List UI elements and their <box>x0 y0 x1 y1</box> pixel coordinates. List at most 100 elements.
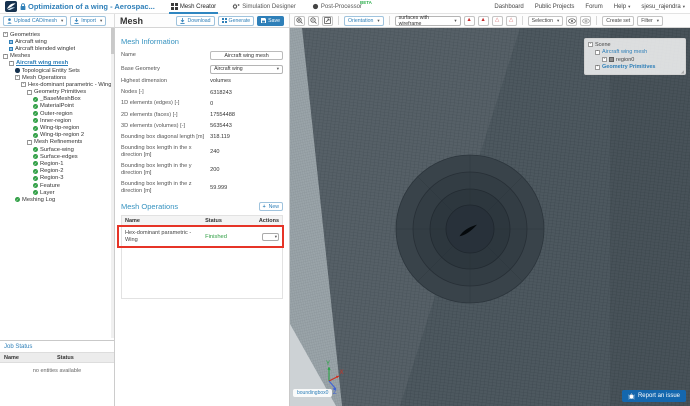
tree-item-mesh-refinements[interactable]: Mesh Refinements <box>2 139 113 146</box>
gears-icon <box>232 3 240 10</box>
expander-icon[interactable] <box>602 57 607 62</box>
scene-region-item[interactable]: region0 <box>588 56 682 64</box>
expander-icon[interactable] <box>595 65 600 70</box>
scene-tree-overlay[interactable]: Scene Aircraft wing mesh region0 Geometr… <box>584 38 686 75</box>
orientation-dropdown[interactable]: Orientation <box>344 16 384 26</box>
tree-item-topological-entity-sets[interactable]: Topological Entity Sets <box>2 67 113 74</box>
mesh-quality-3-button[interactable]: △ <box>492 16 503 26</box>
mesh-operations-table: Name Status Actions Hex-dominant paramet… <box>121 215 283 299</box>
new-operation-button[interactable]: New <box>259 202 283 211</box>
tree-item-surface-edges[interactable]: Surface-edges <box>2 153 113 160</box>
top-navigation: Dashboard Public Projects Forum Help sje… <box>494 4 685 10</box>
mesh-quality-2-button[interactable]: ▲ <box>478 16 489 26</box>
scene-geometry-primitives-item[interactable]: Geometry Primitives <box>588 64 682 72</box>
divider <box>389 16 390 25</box>
tree-item-wing-tip-region-2[interactable]: Wing-tip-region 2 <box>2 132 113 139</box>
tree-item-feature[interactable]: Feature <box>2 182 113 189</box>
scene-root-item[interactable]: Scene <box>588 41 682 49</box>
generate-button[interactable]: Generate <box>218 16 255 26</box>
tree-item-basemeshbox[interactable]: _BaseMeshBox <box>2 96 113 103</box>
tree-item-region-3[interactable]: Region-3 <box>2 175 113 182</box>
mesh-settings-panel: Mesh Information Name Base Geometry Airc… <box>115 28 290 406</box>
mesh-name-input[interactable] <box>210 51 283 60</box>
tree-item-wing-tip-region[interactable]: Wing-tip-region <box>2 124 113 131</box>
report-issue-button[interactable]: Report an issue <box>622 390 686 402</box>
geometry-icon <box>9 40 13 44</box>
tree-item-geometries[interactable]: Geometries <box>2 31 113 38</box>
user-menu[interactable]: sjesu_rajendra <box>641 4 685 10</box>
render-mode-value: surfaces with wireframe <box>399 15 453 27</box>
main-tabs: Mesh Creator Simulation Designer Post-Pr… <box>169 0 364 14</box>
render-mode-select[interactable]: surfaces with wireframe <box>395 16 461 26</box>
tree-item-geometry-primitives[interactable]: Geometry Primitives <box>2 89 113 96</box>
expander-icon[interactable] <box>595 50 600 55</box>
nav-help-menu[interactable]: Help <box>614 4 631 10</box>
upload-cad-button[interactable]: Upload CAD/mesh <box>3 16 67 26</box>
filter-dropdown[interactable]: Filter <box>637 16 663 26</box>
tree-item-mesh-operations[interactable]: Mesh Operations <box>2 74 113 81</box>
field-row-highest-dimension: Highest dimension volumes <box>121 78 283 85</box>
show-all-button[interactable] <box>580 16 591 26</box>
mesh-3d-render[interactable] <box>290 28 690 406</box>
zoom-in-button[interactable] <box>294 16 305 26</box>
tree-item-meshing-log[interactable]: Meshing Log <box>2 196 113 203</box>
expander-icon[interactable] <box>21 82 26 87</box>
selection-dropdown[interactable]: Selection <box>528 16 564 26</box>
tree-item-materialpoint[interactable]: MaterialPoint <box>2 103 113 110</box>
tab-simulation-designer[interactable]: Simulation Designer <box>230 0 298 14</box>
mesh-panel-toolbar: Mesh Download Generate Save <box>115 14 290 27</box>
nav-public-projects[interactable]: Public Projects <box>535 4 575 10</box>
expander-icon[interactable] <box>588 42 593 47</box>
tree-item-aircraft-wing[interactable]: Aircraft wing <box>2 38 113 45</box>
scrollbar-thumb[interactable] <box>111 28 114 54</box>
tree-item-outer-region[interactable]: Outer-region <box>2 110 113 117</box>
viewport-3d[interactable]: Scene Aircraft wing mesh region0 Geometr… <box>290 28 690 406</box>
resize-handle-icon[interactable] <box>681 69 684 74</box>
field-row-base-geometry: Base Geometry Aircraft wing <box>121 65 283 74</box>
tree-item-region-2[interactable]: Region-2 <box>2 168 113 175</box>
mesh-quality-1-button[interactable]: ▲ <box>464 16 475 26</box>
expander-icon[interactable] <box>9 61 14 66</box>
expander-icon[interactable] <box>15 75 20 80</box>
expander-icon[interactable] <box>27 140 32 145</box>
project-title[interactable]: Optimization of a wing - Aerospac... <box>28 2 155 11</box>
hide-selection-button[interactable] <box>566 16 577 26</box>
import-button[interactable]: Import <box>70 16 106 26</box>
download-button[interactable]: Download <box>176 16 214 26</box>
mesh-quality-4-button[interactable]: △ <box>506 16 517 26</box>
tree-item-region-1[interactable]: Region-1 <box>2 160 113 167</box>
scene-mesh-item[interactable]: Aircraft wing mesh <box>588 49 682 57</box>
nav-forum[interactable]: Forum <box>585 4 602 10</box>
expander-icon[interactable] <box>27 90 32 95</box>
operation-row-hex-dominant[interactable]: Hex-dominant parametric - Wing Finished <box>122 227 282 248</box>
geometry-icon <box>9 47 13 51</box>
job-status-panel: Job Status Name Status no entities avail… <box>0 340 114 406</box>
create-set-button[interactable]: Create set <box>602 16 634 26</box>
sidebar-scrollbar[interactable] <box>111 28 114 338</box>
nav-dashboard[interactable]: Dashboard <box>494 4 523 10</box>
fit-view-icon <box>324 17 331 24</box>
zoom-fit-button[interactable] <box>322 16 333 26</box>
operation-actions-select[interactable] <box>262 233 279 241</box>
tab-mesh-creator[interactable]: Mesh Creator <box>169 0 218 14</box>
save-button[interactable]: Save <box>257 16 284 26</box>
tree-item-hex-dominant-parametric[interactable]: Hex-dominant parametric - Wing <box>2 81 113 88</box>
tree-item-meshes[interactable]: Meshes <box>2 53 113 60</box>
expander-icon[interactable] <box>3 32 8 37</box>
field-row-1d-elements: 1D elements (edges) [-] 0 <box>121 100 283 107</box>
expander-icon[interactable] <box>3 54 8 59</box>
tree-item-layer[interactable]: Layer <box>2 189 113 196</box>
status-badge: Finished <box>205 234 251 240</box>
red-triangle-outline-icon: △ <box>495 18 499 24</box>
import-label: Import <box>81 18 96 24</box>
tree-item-surface-wing[interactable]: Surface-wing <box>2 146 113 153</box>
tree-item-inner-region[interactable]: Inner-region <box>2 117 113 124</box>
base-geometry-select[interactable]: Aircraft wing <box>210 65 283 74</box>
app-logo-icon[interactable] <box>5 1 17 12</box>
zoom-out-button[interactable] <box>308 16 319 26</box>
main-content: Geometries Aircraft wing Aircraft blende… <box>0 28 690 406</box>
red-triangle-icon: ▲ <box>466 18 471 24</box>
tree-item-aircraft-wing-mesh[interactable]: Aircraft wing mesh <box>2 60 113 67</box>
tab-post-processor[interactable]: Post-Processor BETA <box>310 0 364 14</box>
tree-item-aircraft-blended-winglet[interactable]: Aircraft blended winglet <box>2 45 113 52</box>
